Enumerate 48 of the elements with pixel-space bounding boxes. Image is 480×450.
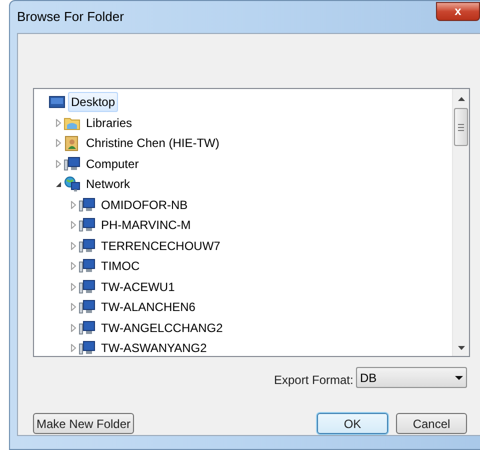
computer-icon	[79, 258, 95, 274]
cancel-button[interactable]: Cancel	[396, 413, 467, 434]
tree-item[interactable]: OMIDOFOR-NB	[98, 194, 191, 215]
tree-item[interactable]: TERRENCECHOUW7	[98, 236, 224, 256]
close-button[interactable]: x	[436, 2, 480, 21]
ok-button[interactable]: OK	[317, 413, 388, 434]
tree-item[interactable]: TW-ANGELCCHANG2	[98, 318, 226, 338]
collapse-arrow-icon[interactable]	[55, 180, 62, 188]
scroll-down-icon[interactable]	[458, 346, 465, 350]
window-title: Browse For Folder	[17, 8, 124, 26]
expand-arrow-icon[interactable]	[70, 303, 77, 312]
computer-icon	[79, 196, 95, 213]
expand-arrow-icon[interactable]	[70, 344, 77, 352]
tree-item[interactable]: TIMOC	[98, 256, 143, 276]
computer-icon	[79, 320, 95, 336]
expand-arrow-icon[interactable]	[70, 262, 77, 270]
expand-arrow-icon[interactable]	[70, 324, 77, 332]
vertical-scrollbar[interactable]	[452, 89, 469, 356]
tree-item[interactable]: Christine Chen (HIE-TW)	[83, 133, 222, 154]
computer-icon	[79, 217, 95, 234]
computer-icon	[79, 238, 95, 254]
computer-icon	[79, 299, 95, 316]
dropdown-caret-icon	[455, 376, 463, 380]
tree-item[interactable]: PH-MARVINC-M	[98, 215, 194, 236]
user-folder-icon	[64, 135, 80, 152]
expand-arrow-icon[interactable]	[70, 221, 77, 230]
expand-arrow-icon[interactable]	[70, 282, 77, 291]
network-icon	[64, 176, 80, 192]
export-format-label: Export Format:	[274, 372, 354, 389]
tree-item[interactable]: Network	[83, 174, 134, 194]
desktop-icon	[49, 94, 65, 110]
scroll-up-icon[interactable]	[458, 97, 465, 101]
tree-item[interactable]: TW-ALANCHEN6	[98, 297, 198, 318]
tree-item[interactable]: Desktop	[68, 92, 118, 112]
tree-item[interactable]: Libraries	[83, 112, 136, 133]
scrollbar-thumb[interactable]	[454, 108, 468, 146]
expand-arrow-icon[interactable]	[55, 118, 62, 127]
tree-item[interactable]: TW-ACEWU1	[98, 276, 178, 297]
computer-icon	[79, 278, 95, 295]
expand-arrow-icon[interactable]	[55, 160, 62, 168]
expand-arrow-icon[interactable]	[70, 242, 77, 250]
expand-arrow-icon[interactable]	[55, 139, 62, 148]
make-new-folder-button[interactable]: Make New Folder	[33, 413, 134, 434]
tree-item[interactable]: TW-ASWANYANG2	[98, 338, 210, 358]
tree-item[interactable]: Computer	[83, 154, 142, 174]
export-format-dropdown[interactable]: DB	[356, 367, 467, 388]
computer-icon	[64, 156, 80, 172]
expand-arrow-icon[interactable]	[70, 200, 77, 209]
